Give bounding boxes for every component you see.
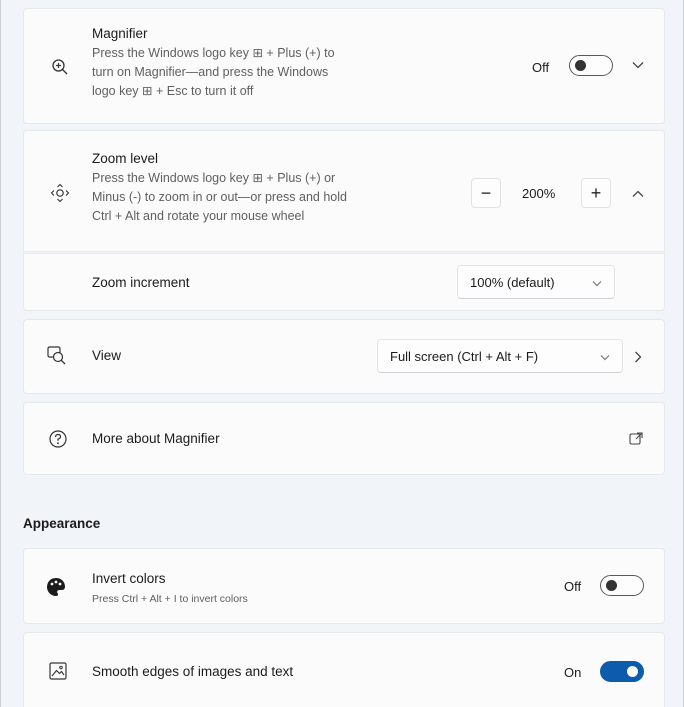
invert-colors-description: Press Ctrl + Alt + I to invert colors xyxy=(92,593,248,605)
toggle-knob xyxy=(627,666,638,677)
zoom-increment-row: Zoom increment 100% (default) xyxy=(23,253,665,311)
magnifier-desc-line: logo key ⊞ + Esc to turn it off xyxy=(92,84,254,98)
toggle-knob xyxy=(606,580,617,591)
zoom-desc-line: Minus (-) to zoom in or out—or press and… xyxy=(92,190,347,204)
magnifier-desc-line: turn on Magnifier—and press the Windows xyxy=(92,65,329,79)
smooth-edges-label: Smooth edges of images and text xyxy=(92,664,294,679)
invert-colors-toggle[interactable] xyxy=(600,575,644,596)
zoom-level-description: Press the Windows logo key ⊞ + Plus (+) … xyxy=(92,169,347,226)
zoom-desc-line: Press the Windows logo key ⊞ + Plus (+) … xyxy=(92,171,336,185)
magnifier-settings-panel: Magnifier Press the Windows logo key ⊞ +… xyxy=(0,0,684,707)
smooth-edges-toggle[interactable] xyxy=(600,661,644,682)
chevron-down-icon xyxy=(592,275,602,290)
more-about-magnifier-label: More about Magnifier xyxy=(92,431,220,446)
chevron-up-icon[interactable] xyxy=(626,182,650,206)
magnifier-toggle[interactable] xyxy=(569,55,613,76)
invert-colors-card: Invert colors Press Ctrl + Alt + I to in… xyxy=(23,548,665,624)
open-external-icon[interactable] xyxy=(624,427,648,451)
view-mode-value: Full screen (Ctrl + Alt + F) xyxy=(390,348,539,364)
zoom-level-title: Zoom level xyxy=(92,151,159,166)
more-about-magnifier-card[interactable]: More about Magnifier xyxy=(23,402,665,475)
smooth-edges-card: Smooth edges of images and text On xyxy=(23,632,665,707)
zoom-in-button[interactable]: + xyxy=(581,178,611,208)
chevron-down-icon xyxy=(600,349,610,364)
help-circle-icon xyxy=(46,427,70,451)
chevron-right-icon[interactable] xyxy=(626,345,650,369)
zoom-level-value: 200% xyxy=(522,186,556,201)
zoom-in-icon xyxy=(48,55,72,79)
move-arrows-icon xyxy=(48,181,72,205)
toggle-knob xyxy=(575,60,586,71)
magnifier-state-label: Off xyxy=(532,60,550,75)
zoom-level-card: Zoom level Press the Windows logo key ⊞ … xyxy=(23,130,665,252)
view-mode-dropdown[interactable]: Full screen (Ctrl + Alt + F) xyxy=(377,339,623,373)
invert-colors-title: Invert colors xyxy=(92,571,166,586)
magnifier-view-icon xyxy=(46,344,70,368)
zoom-increment-value: 100% (default) xyxy=(470,274,555,290)
zoom-desc-line: Ctrl + Alt and rotate your mouse wheel xyxy=(92,209,305,223)
view-card[interactable]: View Full screen (Ctrl + Alt + F) xyxy=(23,319,665,394)
invert-colors-state-label: Off xyxy=(564,579,582,594)
magnifier-title: Magnifier xyxy=(92,26,148,41)
smooth-edges-state-label: On xyxy=(564,665,582,680)
view-label: View xyxy=(92,348,122,363)
magnifier-desc-line: Press the Windows logo key ⊞ + Plus (+) … xyxy=(92,46,335,60)
palette-icon xyxy=(44,575,68,599)
appearance-section-title: Appearance xyxy=(23,516,101,531)
magnifier-card: Magnifier Press the Windows logo key ⊞ +… xyxy=(23,8,665,124)
chevron-down-icon[interactable] xyxy=(626,53,650,77)
magnifier-description: Press the Windows logo key ⊞ + Plus (+) … xyxy=(92,44,335,101)
zoom-increment-dropdown[interactable]: 100% (default) xyxy=(457,265,615,299)
zoom-out-button[interactable]: − xyxy=(471,178,501,208)
zoom-increment-label: Zoom increment xyxy=(92,275,190,290)
image-icon xyxy=(46,659,70,683)
